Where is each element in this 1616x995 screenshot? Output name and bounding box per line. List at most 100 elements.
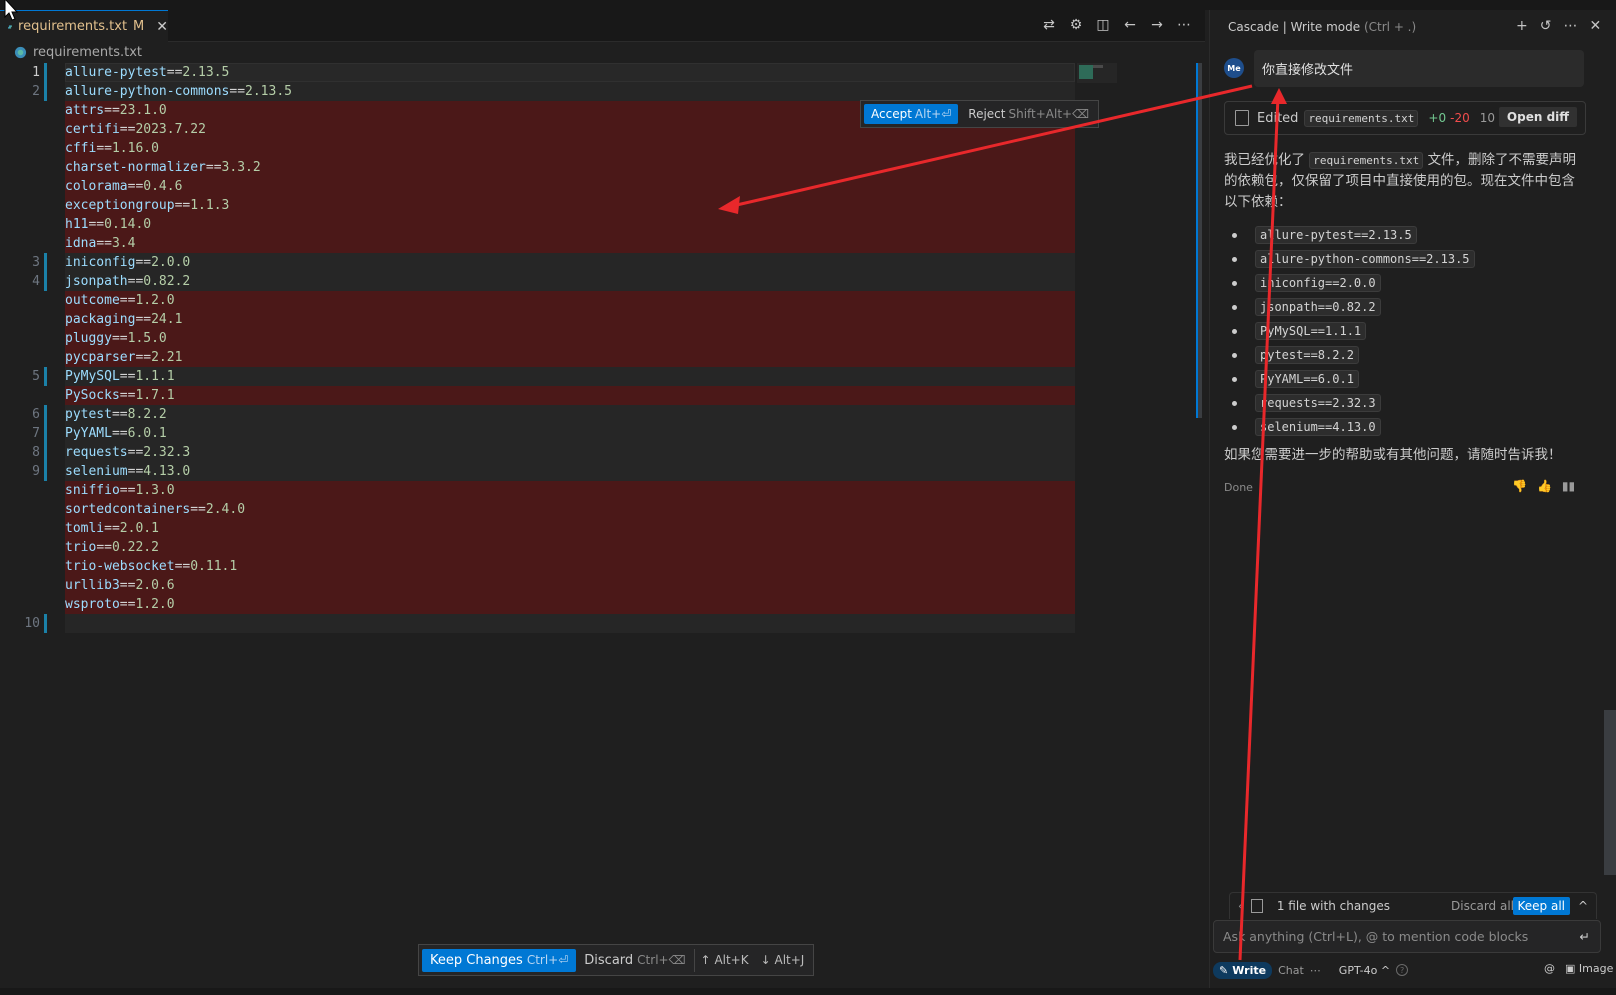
chevron-left-icon[interactable]: ‹ [1238, 899, 1243, 913]
code-line[interactable]: 6 pytest==8.2.2 [0, 405, 1075, 424]
keep-changes-button[interactable]: Keep Changes Ctrl+⏎ [422, 948, 577, 972]
chat-mode-button[interactable]: Chat [1278, 964, 1304, 977]
panel-scrollbar[interactable] [1604, 710, 1616, 875]
editor-scrollbar[interactable] [1196, 63, 1202, 418]
open-diff-button[interactable]: Open diff [1498, 107, 1577, 127]
thumbs-up-icon[interactable]: 👍 [1537, 479, 1552, 493]
package-version: 1.2.0 [135, 293, 175, 308]
code-line[interactable]: idna==3.4 [0, 234, 1075, 253]
code-line[interactable]: 5 PyMySQL==1.1.1 [0, 367, 1075, 386]
plus-icon[interactable]: + [1516, 18, 1528, 34]
line-background [65, 443, 1075, 462]
list-item: pytest==8.2.2 [1232, 346, 1359, 364]
stats-icon[interactable]: ▮▮ [1562, 479, 1575, 493]
package-version: 8.2.2 [127, 407, 167, 422]
panel-title-text: Cascade | Write mode [1228, 20, 1361, 34]
code-editor[interactable]: 1 allure-pytest==2.13.5 2 allure-python-com… [0, 63, 1205, 995]
version-operator: == [119, 369, 136, 384]
code-line[interactable]: h11==0.14.0 [0, 215, 1075, 234]
split-editor-icon[interactable]: ◫ [1094, 16, 1112, 34]
deleted-line-highlight [65, 576, 1075, 595]
write-mode-button[interactable]: ✎ Write [1213, 961, 1273, 979]
code-text: urllib3==2.0.6 [65, 576, 175, 595]
model-selector[interactable]: GPT-4o ^ [1339, 964, 1390, 977]
reject-button[interactable]: Reject Shift+Alt+⌫ [962, 104, 1095, 124]
tab-close-icon[interactable]: ✕ [156, 19, 168, 35]
chevron-up-icon[interactable]: ^ [1578, 899, 1588, 913]
help-icon[interactable]: ? [1396, 964, 1409, 976]
title-strip [0, 0, 1616, 10]
code-line[interactable]: wsproto==1.2.0 [0, 595, 1075, 614]
edited-file-name[interactable]: requirements.txt [1304, 109, 1419, 127]
response-text: 我已经优化了 requirements.txt 文件，删除了不需要声明的依赖包，… [1224, 150, 1586, 213]
code-line[interactable]: outcome==1.2.0 [0, 291, 1075, 310]
code-line[interactable]: sniffio==1.3.0 [0, 481, 1075, 500]
code-line[interactable]: exceptiongroup==1.1.3 [0, 196, 1075, 215]
more-actions-icon[interactable]: ⋯ [1175, 16, 1193, 34]
gear-icon[interactable]: ⚙ [1067, 16, 1085, 34]
code-line[interactable]: 4 jsonpath==0.82.2 [0, 272, 1075, 291]
deleted-line-highlight [65, 386, 1075, 405]
response-part-1: 我已经优化了 [1224, 152, 1305, 168]
code-line[interactable]: 1 allure-pytest==2.13.5 [0, 63, 1075, 82]
package-version: 0.82.2 [143, 274, 191, 289]
tab-requirements[interactable]: requirements.txt M ✕ [0, 10, 168, 42]
code-line[interactable]: tomli==2.0.1 [0, 519, 1075, 538]
line-background [65, 367, 1075, 386]
close-icon[interactable]: ✕ [1589, 18, 1601, 34]
code-text: h11==0.14.0 [65, 215, 151, 234]
keep-all-button[interactable]: Keep all [1512, 897, 1570, 915]
code-line[interactable]: 2 allure-python-commons==2.13.5 [0, 82, 1075, 101]
deleted-line-highlight [65, 595, 1075, 614]
line-number: 8 [32, 445, 40, 460]
code-line[interactable]: charset-normalizer==3.3.2 [0, 158, 1075, 177]
line-number: 7 [32, 426, 40, 441]
compare-changes-icon[interactable]: ⇄ [1040, 16, 1058, 34]
code-line[interactable]: pycparser==2.21 [0, 348, 1075, 367]
code-line[interactable]: 8 requests==2.32.3 [0, 443, 1075, 462]
image-button[interactable]: ▣ Image [1565, 962, 1613, 975]
code-line[interactable]: 9 selenium==4.13.0 [0, 462, 1075, 481]
write-label: Write [1232, 963, 1267, 977]
package-version: 1.3.0 [135, 483, 175, 498]
history-icon[interactable]: ↺ [1540, 18, 1552, 34]
code-line[interactable]: pluggy==1.5.0 [0, 329, 1075, 348]
package-version: 0.4.6 [143, 179, 183, 194]
image-label: Image [1578, 962, 1614, 975]
more-icon[interactable]: ⋯ [1563, 18, 1577, 34]
breadcrumb-file[interactable]: requirements.txt [33, 45, 142, 60]
code-line[interactable]: trio==0.22.2 [0, 538, 1075, 557]
at-mention-icon[interactable]: @ [1544, 962, 1555, 975]
previous-change-button[interactable]: ↑ Alt+K [695, 949, 755, 971]
dependency-chip: PyYAML==6.0.1 [1255, 370, 1359, 388]
ask-input[interactable]: Ask anything (Ctrl+L), @ to mention code… [1213, 920, 1601, 953]
arrow-left-icon[interactable]: ← [1121, 16, 1139, 34]
discard-button[interactable]: Discard Ctrl+⌫ [576, 948, 695, 972]
accept-button[interactable]: Accept Alt+⏎ [864, 104, 959, 124]
code-line[interactable]: packaging==24.1 [0, 310, 1075, 329]
more-icon[interactable]: ⋯ [1310, 964, 1321, 977]
gutter-change-marker [44, 82, 47, 101]
code-line[interactable]: 10 [0, 614, 1075, 633]
list-item: allure-pytest==2.13.5 [1232, 226, 1417, 244]
enter-icon[interactable]: ↵ [1580, 929, 1590, 944]
package-name: idna [65, 236, 97, 251]
next-change-button[interactable]: ↓ Alt+J [755, 949, 811, 971]
list-item: jsonpath==0.82.2 [1232, 298, 1381, 316]
code-line[interactable]: 7 PyYAML==6.0.1 [0, 424, 1075, 443]
arrow-right-icon[interactable]: → [1148, 16, 1166, 34]
panel-title: Cascade | Write mode (Ctrl + .) [1228, 20, 1416, 34]
thumbs-down-icon[interactable]: 👎 [1512, 479, 1527, 493]
discard-all-button[interactable]: Discard all [1451, 899, 1514, 913]
minimap[interactable] [1077, 63, 1117, 83]
code-line[interactable]: urllib3==2.0.6 [0, 576, 1075, 595]
code-line[interactable]: PySocks==1.7.1 [0, 386, 1075, 405]
code-line[interactable]: colorama==0.4.6 [0, 177, 1075, 196]
list-item: allure-python-commons==2.13.5 [1232, 250, 1475, 268]
code-line[interactable]: sortedcontainers==2.4.0 [0, 500, 1075, 519]
code-line[interactable]: cffi==1.16.0 [0, 139, 1075, 158]
code-line[interactable]: trio-websocket==0.11.1 [0, 557, 1075, 576]
code-line[interactable]: 3 iniconfig==2.0.0 [0, 253, 1075, 272]
package-name: selenium [65, 464, 128, 479]
breadcrumb[interactable]: requirements.txt [0, 42, 1205, 62]
